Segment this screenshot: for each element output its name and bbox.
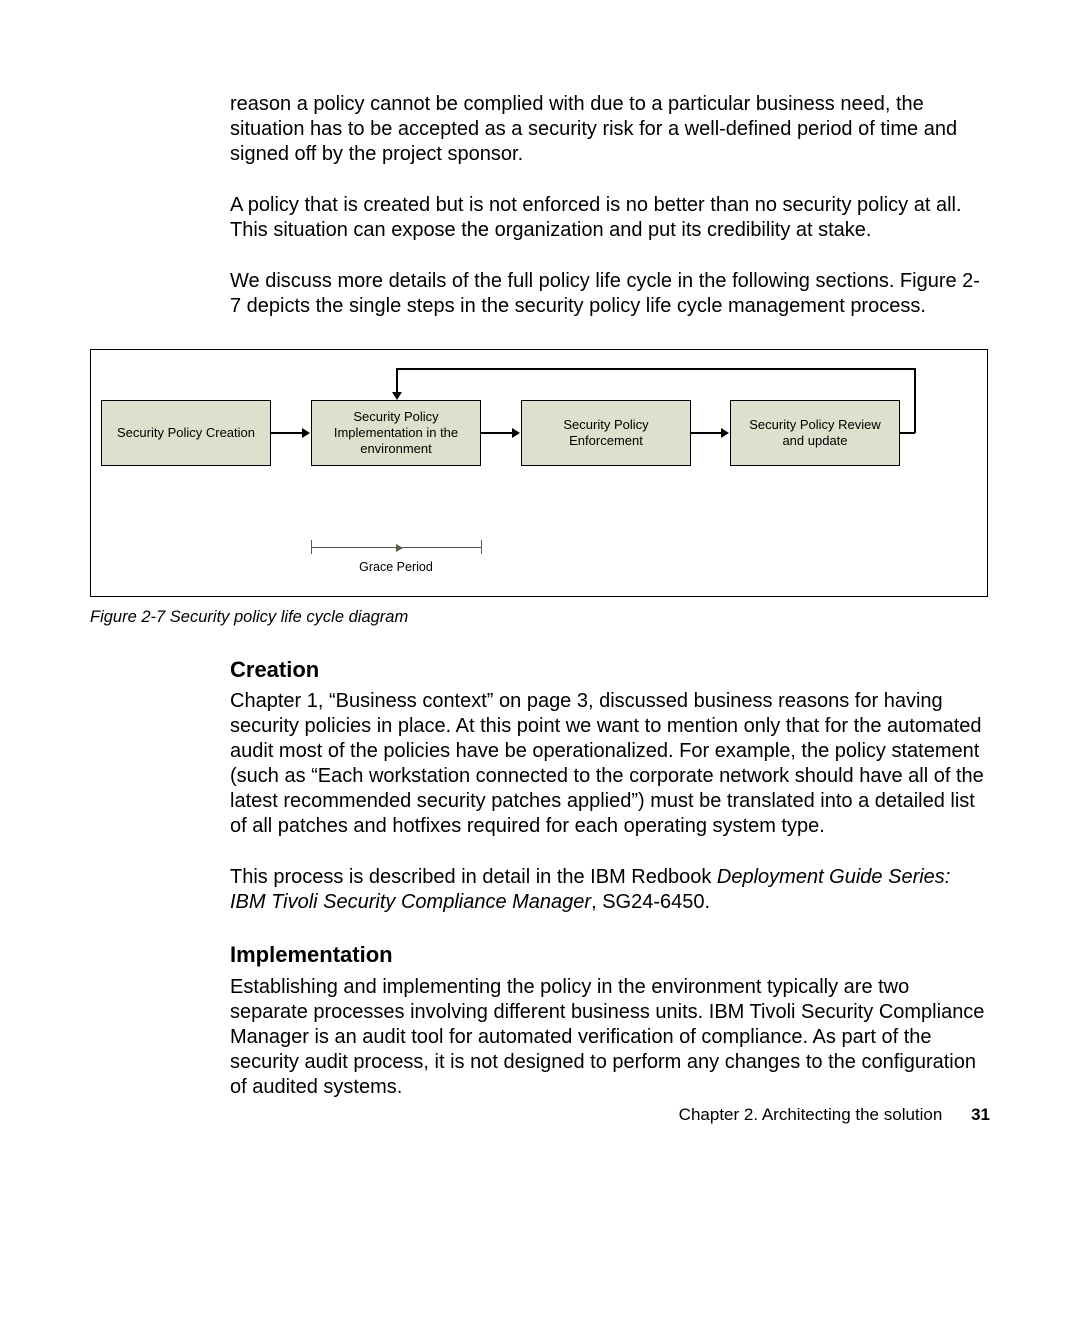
text: , SG24-6450. [591,891,710,913]
arrow-line [691,432,724,434]
paragraph: A policy that is created but is not enfo… [230,193,990,243]
box-enforcement: Security Policy Enforcement [521,400,691,466]
arrow-line [481,432,514,434]
grace-period-label: Grace Period [336,560,456,576]
feedback-line [914,368,916,433]
arrow-head-icon [392,392,402,400]
figure-caption: Figure 2-7 Security policy life cycle di… [90,607,990,628]
heading-implementation: Implementation [230,941,990,969]
figure-caption-text: Security policy life cycle diagram [170,608,408,626]
section-creation: Creation Chapter 1, “Business context” o… [230,656,990,916]
paragraph: reason a policy cannot be complied with … [230,92,990,167]
brace-arrow-icon [396,544,403,552]
page: reason a policy cannot be complied with … [0,0,1080,1186]
figure-2-7: Security Policy Creation Security Policy… [90,349,990,628]
box-implementation: Security Policy Implementation in the en… [311,400,481,466]
footer-page-number: 31 [971,1105,990,1124]
feedback-line [900,432,915,434]
box-review: Security Policy Review and update [730,400,900,466]
paragraph: Chapter 1, “Business context” on page 3,… [230,689,990,839]
brace-tick [481,540,482,554]
feedback-line [396,368,398,394]
arrow-head-icon [302,428,310,438]
arrow-head-icon [721,428,729,438]
arrow-head-icon [512,428,520,438]
box-creation: Security Policy Creation [101,400,271,466]
top-text-block: reason a policy cannot be complied with … [230,92,990,319]
text: This process is described in detail in t… [230,866,717,888]
figure-caption-prefix: Figure 2-7 [90,608,170,626]
paragraph: We discuss more details of the full poli… [230,269,990,319]
footer-chapter: Chapter 2. Architecting the solution [679,1105,943,1124]
paragraph: This process is described in detail in t… [230,865,990,915]
figure-canvas: Security Policy Creation Security Policy… [90,349,988,597]
feedback-line [396,368,915,370]
heading-creation: Creation [230,656,990,684]
section-implementation: Implementation Establishing and implemen… [230,941,990,1100]
page-footer: Chapter 2. Architecting the solution 31 [679,1104,990,1125]
paragraph: Establishing and implementing the policy… [230,975,990,1100]
arrow-line [271,432,304,434]
